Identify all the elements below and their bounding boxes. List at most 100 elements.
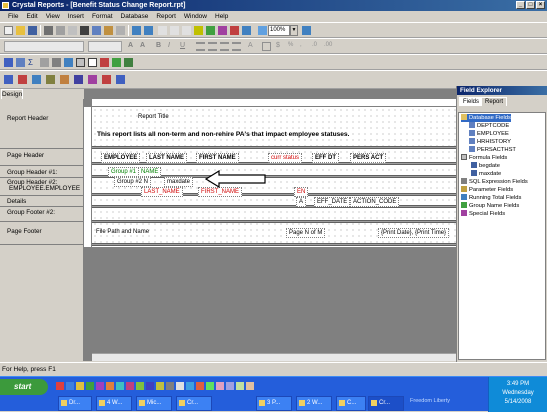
help-icon[interactable] [242, 26, 251, 35]
task-button-4[interactable]: Cr... [176, 396, 212, 411]
tree-formula-begdate[interactable]: begdate [471, 162, 500, 170]
export-icon[interactable] [68, 26, 77, 35]
highlight-expert-icon[interactable] [32, 75, 41, 84]
print-icon[interactable] [44, 26, 53, 35]
subreport-icon[interactable] [64, 58, 73, 67]
shrink-font-icon[interactable]: A [140, 42, 149, 51]
quicklaunch-icon-15[interactable] [196, 382, 204, 390]
cross-tab-icon[interactable] [40, 58, 49, 67]
maximize-button[interactable]: □ [526, 1, 535, 9]
quicklaunch-icon-4[interactable] [86, 382, 94, 390]
tree-running-total-fields[interactable]: Running Total Fields [461, 194, 521, 202]
section-group-footer-2[interactable]: Group Footer #2: [7, 209, 55, 216]
menu-report[interactable]: Report [152, 11, 180, 22]
maxdate-field[interactable]: maxdate [164, 177, 194, 187]
section-page-header[interactable]: Page Header [7, 152, 44, 159]
save-icon[interactable] [28, 26, 37, 35]
quicklaunch-icon-19[interactable] [236, 382, 244, 390]
col-pers-act-header[interactable]: PERS ACT [350, 153, 387, 163]
tree-formula-fields[interactable]: Formula Fields [461, 154, 507, 162]
formula-workshop-icon[interactable] [60, 75, 69, 84]
justify-icon[interactable] [232, 42, 241, 51]
minimize-button[interactable]: _ [516, 1, 525, 9]
close-button[interactable]: × [536, 1, 545, 9]
align-right-icon[interactable] [220, 42, 229, 51]
quicklaunch-icon-13[interactable] [176, 382, 184, 390]
bold-button-icon[interactable]: B [156, 42, 165, 51]
quicklaunch-icon-6[interactable] [106, 382, 114, 390]
format-expert-icon[interactable] [18, 75, 27, 84]
quicklaunch-icon-1[interactable] [56, 382, 64, 390]
group-icon[interactable] [158, 26, 167, 35]
task-button-6[interactable]: 2 W... [296, 396, 332, 411]
align-center-icon[interactable] [208, 42, 217, 51]
section-page-footer[interactable]: Page Footer [7, 228, 42, 235]
task-button-8[interactable]: Cr... [368, 396, 404, 411]
quicklaunch-icon-8[interactable] [126, 382, 134, 390]
detail-last-name-field[interactable]: LAST_NAME [141, 187, 183, 197]
record-sort-icon[interactable] [102, 75, 111, 84]
template-expert-icon[interactable] [46, 75, 55, 84]
copy-icon[interactable] [92, 26, 101, 35]
col-eff-dt-header[interactable]: EFF DT [312, 153, 339, 163]
menu-edit[interactable]: Edit [22, 11, 41, 22]
olap-icon[interactable] [52, 58, 61, 67]
repository-icon[interactable] [230, 26, 239, 35]
select-expert-2-icon[interactable] [116, 75, 125, 84]
help-arrow-icon[interactable] [302, 26, 311, 35]
menu-format[interactable]: Format [88, 11, 117, 22]
print-preview-icon[interactable] [56, 26, 65, 35]
paste-icon[interactable] [104, 26, 113, 35]
tree-formula-maxdate[interactable]: maxdate [471, 170, 501, 178]
detail-first-name-field[interactable]: FIRST_NAME [198, 187, 243, 197]
bold-icon[interactable]: A [128, 42, 137, 51]
footer-print-date-field[interactable]: {Print Date}, {Print Time} [378, 228, 450, 238]
tree-table-persacthst[interactable]: PERSACTHST [469, 146, 516, 154]
tab-report[interactable]: Report [481, 97, 508, 106]
detail-flag-field[interactable]: EN [294, 187, 309, 197]
decrease-decimal-icon[interactable]: .00 [324, 42, 333, 51]
detail-action-code-field[interactable]: ACTION_CODE [350, 197, 400, 207]
start-button[interactable]: start [0, 379, 48, 395]
tree-table-deptcode[interactable]: DEPTCODE [469, 122, 509, 130]
quicklaunch-icon-16[interactable] [206, 382, 214, 390]
summary-icon[interactable]: Σ [28, 58, 37, 67]
horizontal-scrollbar[interactable] [92, 353, 456, 361]
sort-icon[interactable] [170, 26, 179, 35]
section-expert-icon[interactable] [4, 75, 13, 84]
quicklaunch-icon-14[interactable] [186, 382, 194, 390]
field-explorer-icon[interactable] [206, 26, 215, 35]
report-title-field[interactable]: Report Title [136, 113, 171, 121]
align-left-icon[interactable] [196, 42, 205, 51]
menu-file[interactable]: File [4, 11, 22, 22]
quicklaunch-icon-5[interactable] [96, 382, 104, 390]
report-explorer-icon[interactable] [218, 26, 227, 35]
quicklaunch-icon-18[interactable] [226, 382, 234, 390]
task-button-1[interactable]: Dr... [58, 396, 92, 411]
insert-group-icon[interactable] [16, 58, 25, 67]
menu-insert[interactable]: Insert [64, 11, 88, 22]
box-icon[interactable] [88, 58, 97, 67]
chevron-down-icon[interactable]: ▼ [290, 25, 298, 36]
report-description-text[interactable]: This report lists all non-term and non-r… [95, 131, 351, 139]
format-painter-icon[interactable] [116, 26, 125, 35]
font-size-select[interactable] [88, 41, 122, 52]
group-expert-icon[interactable] [88, 75, 97, 84]
quicklaunch-icon-12[interactable] [166, 382, 174, 390]
zoom-select[interactable]: 100% [268, 25, 290, 36]
quicklaunch-icon-3[interactable] [76, 382, 84, 390]
col-first-name-header[interactable]: FIRST NAME [196, 153, 239, 163]
quicklaunch-icon-9[interactable] [136, 382, 144, 390]
footer-page-n-of-m-field[interactable]: Page N of M [286, 228, 326, 238]
new-icon[interactable] [4, 26, 13, 35]
menu-window[interactable]: Window [180, 11, 211, 22]
quicklaunch-icon-2[interactable] [66, 382, 74, 390]
chart-icon[interactable] [112, 58, 121, 67]
quicklaunch-icon-10[interactable] [146, 382, 154, 390]
detail-eff-date-field[interactable]: EFF_DATE [314, 197, 351, 207]
task-button-2[interactable]: 4 W... [96, 396, 132, 411]
refresh-icon[interactable] [194, 26, 203, 35]
detail-small-field[interactable]: A [296, 197, 307, 207]
insert-text-icon[interactable] [4, 58, 13, 67]
tree-parameter-fields[interactable]: Parameter Fields [461, 186, 513, 194]
